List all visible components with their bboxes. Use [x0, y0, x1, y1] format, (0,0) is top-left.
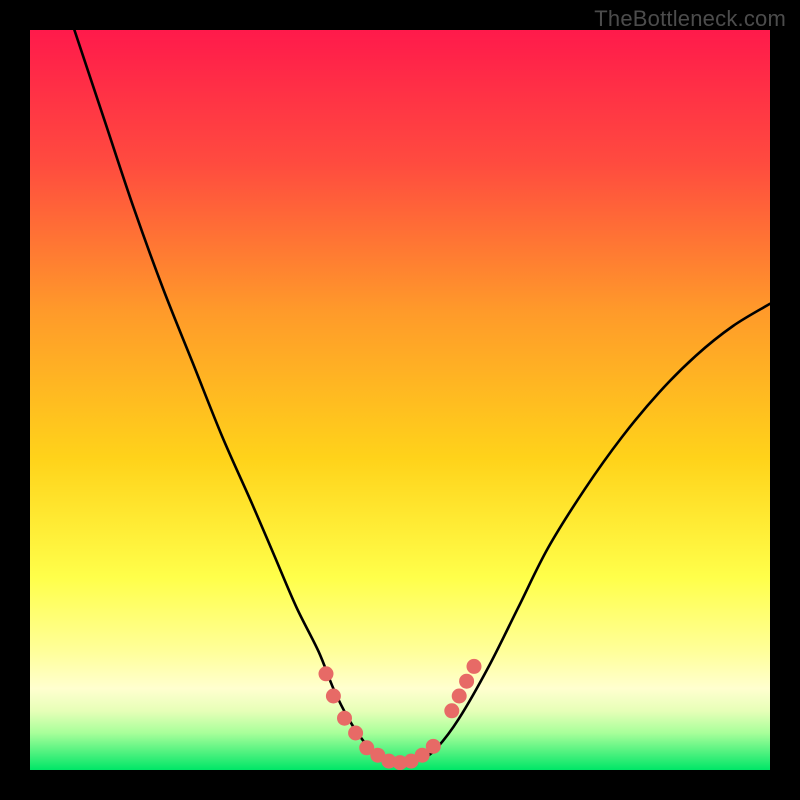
plot-area — [30, 30, 770, 770]
marker-dot — [452, 689, 467, 704]
critical-region-markers — [319, 659, 482, 770]
marker-dot — [467, 659, 482, 674]
marker-dot — [426, 739, 441, 754]
marker-dot — [444, 703, 459, 718]
chart-frame: TheBottleneck.com — [0, 0, 800, 800]
marker-dot — [326, 689, 341, 704]
marker-dot — [337, 711, 352, 726]
marker-dot — [319, 666, 334, 681]
curve-layer — [30, 30, 770, 770]
bottleneck-curve — [74, 30, 770, 763]
watermark-text: TheBottleneck.com — [594, 6, 786, 32]
marker-dot — [348, 726, 363, 741]
marker-dot — [459, 674, 474, 689]
